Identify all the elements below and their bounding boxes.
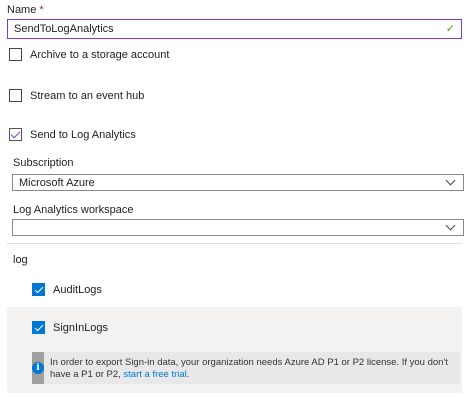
- info-message: In order to export Sign-in data, your or…: [44, 352, 460, 384]
- auditlogs-checkbox[interactable]: [32, 283, 45, 296]
- signinlogs-option[interactable]: SignInLogs: [32, 321, 108, 334]
- send-log-analytics-option[interactable]: Send to Log Analytics: [9, 128, 136, 141]
- info-text: In order to export Sign-in data, your or…: [50, 357, 448, 380]
- send-log-analytics-label: Send to Log Analytics: [30, 128, 136, 141]
- section-divider: [7, 243, 462, 244]
- name-label: Name *: [7, 4, 44, 16]
- required-marker: *: [39, 4, 44, 16]
- log-section-title: log: [13, 254, 28, 266]
- send-log-analytics-checkbox[interactable]: [9, 128, 22, 141]
- auditlogs-label: AuditLogs: [53, 283, 102, 296]
- auditlogs-option[interactable]: AuditLogs: [32, 283, 102, 296]
- subscription-label: Subscription: [13, 157, 74, 169]
- archive-storage-checkbox[interactable]: [9, 48, 22, 61]
- info-suffix: .: [186, 369, 190, 380]
- info-strip: i: [32, 352, 44, 384]
- workspace-dropdown[interactable]: [12, 219, 464, 236]
- info-icon: i: [32, 362, 44, 374]
- stream-event-hub-option[interactable]: Stream to an event hub: [9, 89, 144, 102]
- chevron-down-icon: [445, 220, 456, 231]
- archive-storage-label: Archive to a storage account: [30, 48, 170, 61]
- subscription-dropdown[interactable]: Microsoft Azure: [12, 174, 464, 191]
- chevron-down-icon: [445, 175, 456, 186]
- stream-event-hub-checkbox[interactable]: [9, 89, 22, 102]
- signinlogs-checkbox[interactable]: [32, 321, 45, 334]
- name-input-value: SendToLogAnalytics: [14, 23, 114, 35]
- start-free-trial-link[interactable]: start a free trial: [123, 369, 186, 380]
- stream-event-hub-label: Stream to an event hub: [30, 89, 145, 102]
- name-input[interactable]: SendToLogAnalytics ✓: [7, 19, 462, 39]
- archive-storage-option[interactable]: Archive to a storage account: [9, 48, 169, 61]
- workspace-label: Log Analytics workspace: [13, 204, 134, 216]
- name-label-text: Name: [7, 4, 37, 16]
- signinlogs-label: SignInLogs: [53, 321, 109, 334]
- valid-check-icon: ✓: [445, 22, 455, 35]
- license-info-banner: i In order to export Sign-in data, your …: [32, 352, 460, 384]
- subscription-value: Microsoft Azure: [19, 176, 95, 189]
